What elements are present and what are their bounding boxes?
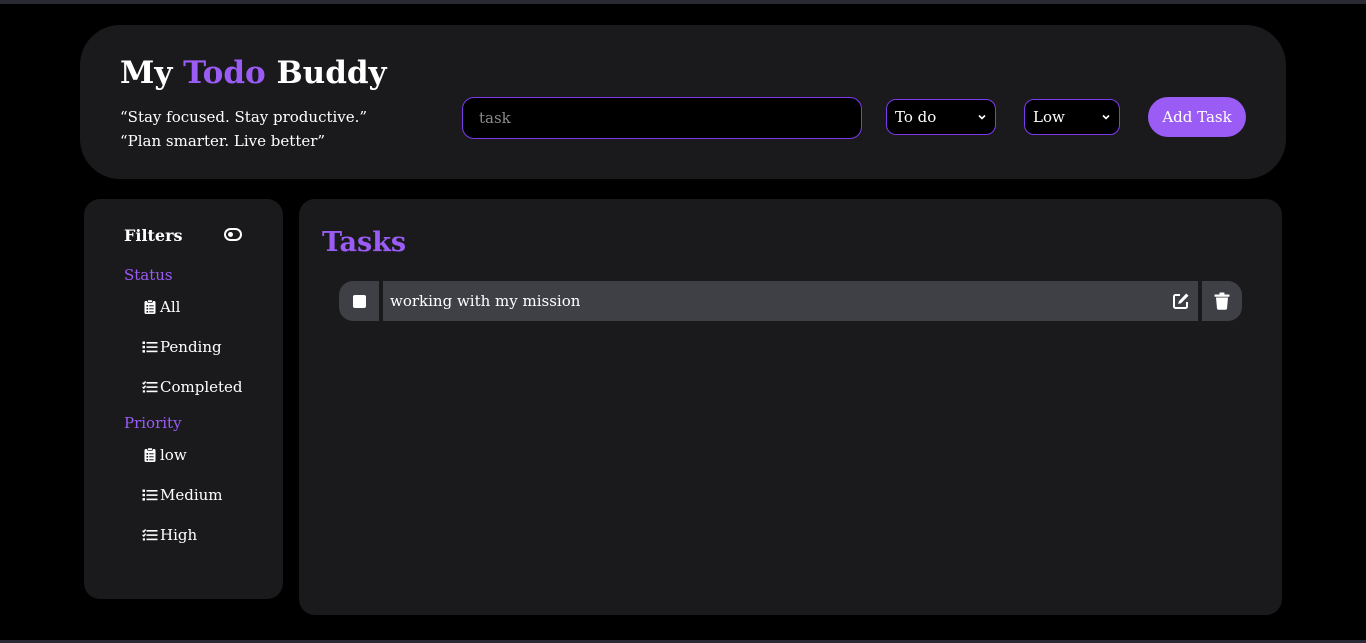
top-border [0,0,1366,4]
clipboard-list-icon [144,447,156,462]
filters-sidebar: Filters Status All Pending Completed Pri… [84,199,283,599]
filter-priority-low[interactable]: low [142,445,187,465]
filter-label: High [160,526,198,544]
task-checkbox-cell [339,281,379,321]
filter-priority-high[interactable]: High [142,525,197,545]
task-text-cell: working with my mission [383,281,1198,321]
filter-label: low [160,446,187,464]
task-row: working with my mission [339,281,1242,321]
filter-status-completed[interactable]: Completed [142,377,243,397]
delete-button[interactable] [1202,281,1242,321]
list-icon [142,341,158,353]
filter-label: Completed [160,378,243,396]
tasks-panel: Tasks working with my mission [299,199,1282,615]
filter-label: Medium [160,486,223,504]
trash-icon [1214,292,1230,310]
title-part-2: Buddy [276,55,387,91]
status-section-label: Status [124,266,173,284]
filter-priority-medium[interactable]: Medium [142,485,223,505]
list-check-icon [142,528,158,541]
quote-1: “Stay focused. Stay productive.” [120,108,368,126]
title-accent: Todo [183,55,266,91]
task-checkbox[interactable] [352,294,366,308]
filter-status-all[interactable]: All [142,297,180,317]
toggle-icon[interactable] [224,228,242,241]
priority-section-label: Priority [124,414,182,432]
priority-select[interactable]: Low [1024,99,1120,135]
list-check-icon [142,380,158,393]
chevron-down-icon [978,114,986,120]
filter-label: Pending [160,338,222,356]
priority-select-value: Low [1033,108,1065,126]
status-select[interactable]: To do [886,99,996,135]
status-select-value: To do [895,108,937,126]
filters-title: Filters [124,226,183,245]
list-icon [142,489,158,501]
app-title: My Todo Buddy [120,55,387,91]
title-part-1: My [120,55,173,91]
edit-icon[interactable] [1172,292,1190,310]
add-task-button[interactable]: Add Task [1148,97,1246,137]
clipboard-list-icon [144,299,156,314]
header-panel: My Todo Buddy “Stay focused. Stay produc… [80,25,1286,179]
filter-label: All [160,298,181,316]
task-input[interactable] [462,97,862,139]
task-text: working with my mission [390,292,581,310]
quote-2: “Plan smarter. Live better” [120,132,326,150]
tasks-title: Tasks [322,227,407,258]
chevron-down-icon [1102,114,1110,120]
filter-status-pending[interactable]: Pending [142,337,222,357]
